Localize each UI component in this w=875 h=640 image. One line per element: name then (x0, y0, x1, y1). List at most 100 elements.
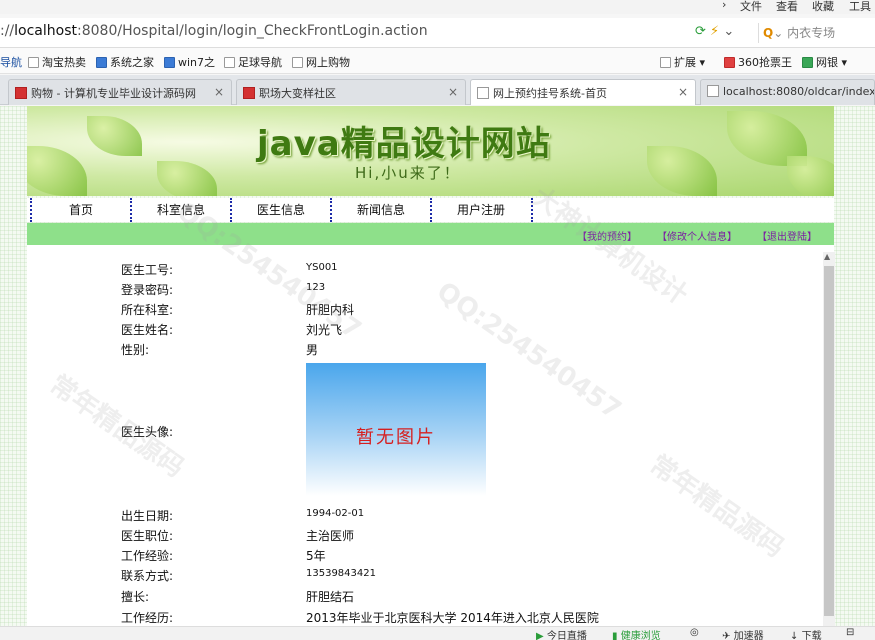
menu-view[interactable]: 查看 (776, 0, 798, 14)
field-label: 登录密码: (121, 283, 174, 297)
nav-register[interactable]: 用户注册 (430, 198, 530, 222)
grid-icon (660, 57, 671, 68)
page-icon (28, 57, 39, 68)
scroll-up-icon[interactable]: ▲ (824, 252, 830, 261)
address-action-icons: ⟳ ⚡ ⌄ (695, 24, 734, 39)
field-label: 性别: (121, 343, 150, 357)
panel-icon[interactable]: ⊟ (846, 627, 854, 638)
web-page: java精品设计网站 Hi,小u来了！ 首页 科室信息 医生信息 新闻信息 用户… (0, 106, 875, 626)
refresh-icon[interactable]: ⟳ (695, 24, 706, 39)
field-label: 医生职位: (121, 529, 174, 543)
nav-departments[interactable]: 科室信息 (130, 198, 230, 222)
field-label: 联系方式: (121, 569, 174, 583)
bookmark-taobao[interactable]: 淘宝热卖 (28, 54, 86, 70)
nav-home[interactable]: 首页 (30, 198, 130, 222)
tab-community[interactable]: 职场大变样社区 × (236, 79, 466, 105)
search-input[interactable]: Q⌄ 内衣专场 (758, 23, 875, 43)
field-value-department: 肝胆内科 (306, 303, 355, 317)
bookmark-shopping[interactable]: 网上购物 (292, 54, 350, 70)
tab-hospital-home[interactable]: 网上预约挂号系统-首页 × (470, 79, 696, 105)
tab-strip: 购物 - 计算机专业毕业设计源码网 × 职场大变样社区 × 网上预约挂号系统-首… (0, 75, 875, 105)
accelerator-button[interactable]: ✈ 加速器 (722, 627, 764, 640)
field-label: 医生头像: (121, 425, 174, 439)
doctor-photo: 暂无图片 (306, 363, 486, 496)
nav-doctors[interactable]: 医生信息 (230, 198, 330, 222)
field-value-gender: 男 (306, 343, 319, 357)
field-value-birthdate: 1994-02-01 (306, 508, 365, 519)
site-banner: java精品设计网站 Hi,小u来了！ (27, 106, 834, 196)
field-value-password: 123 (306, 282, 326, 293)
menu-tools[interactable]: 工具 (849, 0, 871, 14)
search-engine-icon[interactable]: Q (763, 26, 773, 40)
tab-oldcar[interactable]: localhost:8080/oldcar/index.a (700, 79, 875, 105)
page-icon (477, 87, 489, 99)
bookmark-xitongzhijia[interactable]: 系统之家 (96, 54, 154, 70)
leaf-decoration (27, 146, 87, 196)
bookmark-360ticket[interactable]: 360抢票王 (724, 54, 792, 70)
close-icon[interactable]: × (448, 85, 458, 99)
bank-icon (802, 57, 813, 68)
windows-icon (96, 57, 107, 68)
settings-icon[interactable]: ◎ (690, 627, 699, 638)
extensions-button[interactable]: 扩展 ▾ (660, 54, 705, 70)
field-label: 工作经验: (121, 549, 174, 563)
chevron-down-icon[interactable]: ⌄ (723, 24, 734, 39)
bookmark-nav[interactable]: 导航 (0, 54, 22, 70)
site-favicon-icon (243, 87, 255, 99)
url-field[interactable]: ://localhost:8080/Hospital/login/login_C… (0, 23, 428, 39)
field-value-name: 刘光飞 (306, 323, 343, 337)
close-icon[interactable]: × (214, 85, 224, 99)
browser-menu-bar: › 文件 查看 收藏 工具 (0, 0, 875, 14)
user-bar: 【我的预约】 【修改个人信息】 【退出登陆】 (27, 223, 834, 245)
field-label: 医生工号: (121, 263, 174, 277)
field-value-phone: 13539843421 (306, 568, 376, 579)
site-title: java精品设计网站 (257, 124, 551, 164)
my-appointments-link[interactable]: 【我的预约】 (577, 228, 637, 243)
leaf-decoration (787, 156, 834, 196)
bookmark-bank[interactable]: 网银 ▾ (802, 54, 847, 70)
shield-icon: ▮ (612, 631, 618, 640)
live-button[interactable]: ▶ 今日直播 (536, 627, 587, 640)
field-value-position: 主治医师 (306, 529, 355, 543)
play-icon: ▶ (536, 631, 544, 640)
vertical-scrollbar[interactable]: ▲ (823, 252, 835, 626)
field-label: 工作经历: (121, 611, 174, 625)
lightning-icon[interactable]: ⚡ (710, 24, 719, 39)
leaf-decoration (157, 161, 217, 196)
bookmark-win7[interactable]: win7之 (164, 54, 215, 70)
field-label: 擅长: (121, 590, 150, 604)
chevron-right-icon[interactable]: › (722, 0, 726, 11)
page-icon (707, 85, 719, 97)
site-subtitle: Hi,小u来了！ (355, 164, 461, 182)
menu-favorites[interactable]: 收藏 (812, 0, 834, 14)
field-value-work-history: 2013年毕业于北京医科大学 2014年进入北京人民医院 (306, 611, 599, 625)
field-label: 医生姓名: (121, 323, 174, 337)
no-image-text: 暂无图片 (356, 427, 436, 448)
close-icon[interactable]: × (678, 85, 688, 99)
page-icon (292, 57, 303, 68)
logout-link[interactable]: 【退出登陆】 (757, 228, 817, 243)
field-value-specialty: 肝胆结石 (306, 590, 355, 604)
download-button[interactable]: ↓ 下载 (790, 627, 822, 640)
download-icon: ↓ (790, 631, 799, 640)
browser-status-bar: ▶ 今日直播 ▮ 健康浏览 ◎ ✈ 加速器 ↓ 下载 ⊟ (0, 626, 875, 640)
address-bar[interactable]: ://localhost:8080/Hospital/login/login_C… (0, 18, 875, 48)
edit-profile-link[interactable]: 【修改个人信息】 (657, 228, 737, 243)
bookmark-football[interactable]: 足球导航 (224, 54, 282, 70)
leaf-decoration (87, 116, 142, 156)
doctor-detail: 医生工号: YS001 登录密码: 123 所在科室: 肝胆内科 医生姓名: 刘… (27, 245, 834, 626)
rocket-icon: ✈ (722, 631, 731, 640)
healthy-browsing-button[interactable]: ▮ 健康浏览 (612, 627, 661, 640)
win7-icon (164, 57, 175, 68)
scrollbar-thumb[interactable] (824, 266, 834, 616)
field-label: 所在科室: (121, 303, 174, 317)
field-value-experience: 5年 (306, 549, 326, 563)
bookmarks-bar: 导航 淘宝热卖 系统之家 win7之 足球导航 网上购物 扩展 ▾ 360抢票王… (0, 48, 875, 74)
menu-file[interactable]: 文件 (740, 0, 762, 14)
ticket-icon (724, 57, 735, 68)
leaf-decoration (647, 146, 717, 196)
nav-divider (531, 198, 533, 222)
nav-news[interactable]: 新闻信息 (330, 198, 430, 222)
page-icon (224, 57, 235, 68)
tab-shopping[interactable]: 购物 - 计算机专业毕业设计源码网 × (8, 79, 232, 105)
